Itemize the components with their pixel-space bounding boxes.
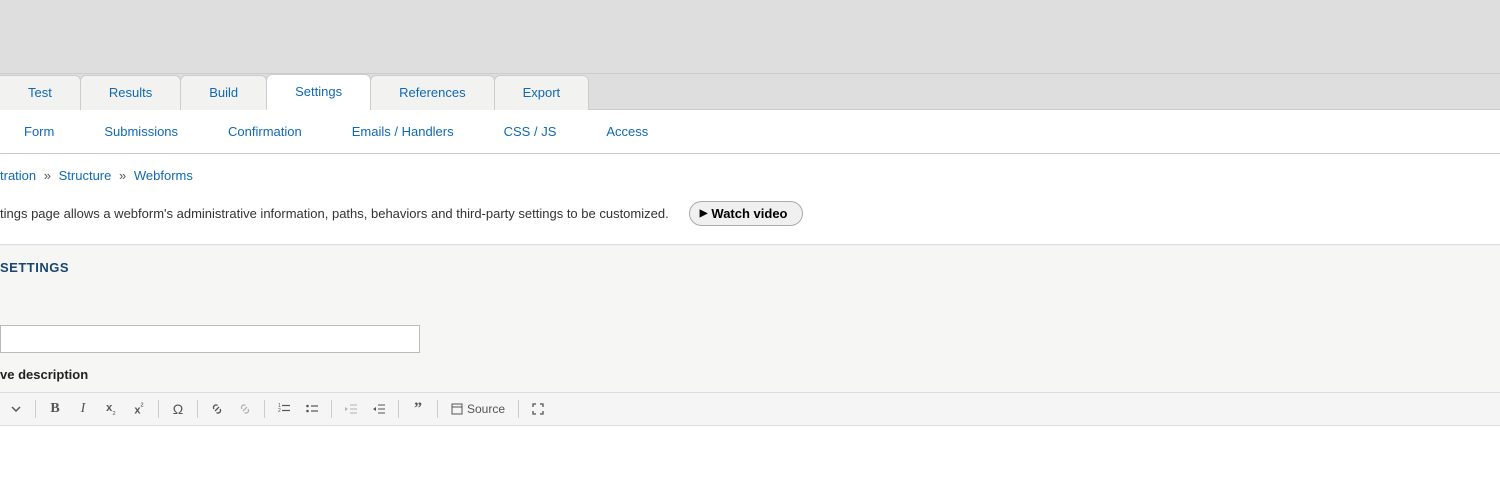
special-char-icon[interactable]: Ω — [166, 398, 190, 420]
tab-test[interactable]: Test — [0, 75, 81, 110]
source-label: Source — [467, 402, 505, 416]
toolbar-separator — [35, 400, 36, 418]
blockquote-icon[interactable]: ” — [406, 398, 430, 420]
secondary-tabs: Form Submissions Confirmation Emails / H… — [0, 110, 1500, 154]
breadcrumb-item-webforms[interactable]: Webforms — [134, 168, 193, 183]
subtab-confirmation[interactable]: Confirmation — [228, 124, 302, 139]
admin-description-label: ve description — [0, 367, 1500, 392]
subtab-css-js[interactable]: CSS / JS — [504, 124, 557, 139]
subtab-form[interactable]: Form — [24, 124, 54, 139]
watch-video-label: Watch video — [711, 206, 787, 221]
svg-text:2: 2 — [278, 408, 281, 414]
toolbar-separator — [197, 400, 198, 418]
subscript-icon[interactable]: x₂ — [99, 398, 123, 420]
editor-toolbar: B I x₂ x² Ω 12 ” Source — [0, 392, 1500, 426]
settings-panel: SETTINGS ve description B I x₂ x² Ω 12 — [0, 245, 1500, 426]
bold-icon[interactable]: B — [43, 398, 67, 420]
breadcrumb-separator: » — [119, 168, 126, 183]
italic-icon[interactable]: I — [71, 398, 95, 420]
subtab-access[interactable]: Access — [606, 124, 648, 139]
primary-tabs: Test Results Build Settings References E… — [0, 74, 1500, 110]
breadcrumb-item-structure[interactable]: Structure — [59, 168, 112, 183]
tab-build[interactable]: Build — [180, 75, 267, 110]
toolbar-separator — [264, 400, 265, 418]
tab-results[interactable]: Results — [80, 75, 181, 110]
description-row: tings page allows a webform's administra… — [0, 195, 1500, 245]
unordered-list-icon[interactable] — [300, 398, 324, 420]
indent-icon[interactable] — [367, 398, 391, 420]
source-button[interactable]: Source — [445, 398, 511, 420]
link-icon[interactable] — [205, 398, 229, 420]
header-region — [0, 0, 1500, 74]
panel-heading: SETTINGS — [0, 260, 1500, 325]
unlink-icon[interactable] — [233, 398, 257, 420]
page-description: tings page allows a webform's administra… — [0, 206, 669, 221]
toolbar-separator — [518, 400, 519, 418]
maximize-icon[interactable] — [526, 398, 550, 420]
toolbar-separator — [398, 400, 399, 418]
tab-references[interactable]: References — [370, 75, 494, 110]
breadcrumb-item-administration[interactable]: tration — [0, 168, 36, 183]
watch-video-button[interactable]: ▶ Watch video — [689, 201, 803, 226]
format-dropdown-icon[interactable] — [4, 398, 28, 420]
play-icon: ▶ — [700, 208, 708, 219]
superscript-icon[interactable]: x² — [127, 398, 151, 420]
toolbar-separator — [331, 400, 332, 418]
breadcrumb-separator: » — [44, 168, 51, 183]
tab-export[interactable]: Export — [494, 75, 590, 110]
source-icon — [451, 403, 463, 415]
subtab-submissions[interactable]: Submissions — [104, 124, 178, 139]
breadcrumb: tration » Structure » Webforms — [0, 154, 1500, 195]
subtab-emails-handlers[interactable]: Emails / Handlers — [352, 124, 454, 139]
outdent-icon[interactable] — [339, 398, 363, 420]
toolbar-separator — [437, 400, 438, 418]
tab-settings[interactable]: Settings — [266, 74, 371, 110]
title-input[interactable] — [0, 325, 420, 353]
ordered-list-icon[interactable]: 12 — [272, 398, 296, 420]
toolbar-separator — [158, 400, 159, 418]
